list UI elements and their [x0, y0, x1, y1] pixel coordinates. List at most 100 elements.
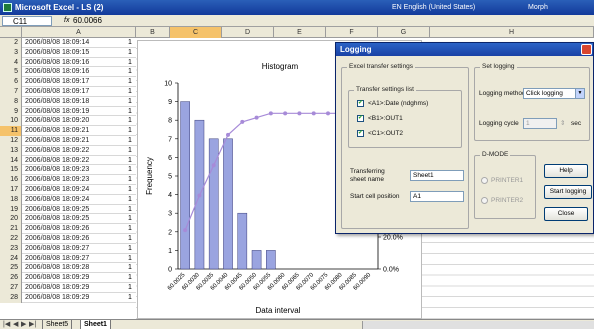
- row-header[interactable]: 5: [0, 67, 22, 78]
- cell-datetime[interactable]: 2006/08/08 18:09:24: [25, 195, 89, 205]
- close-button[interactable]: Close: [544, 207, 588, 221]
- cell-value[interactable]: 1: [128, 38, 132, 48]
- table-row[interactable]: 9 2006/08/08 18:09:19 1: [0, 106, 136, 117]
- row-header[interactable]: 12: [0, 135, 22, 146]
- table-row[interactable]: 13 2006/08/08 18:09:22 1: [0, 145, 136, 156]
- table-row[interactable]: 22 2006/08/08 18:09:26 1: [0, 233, 136, 244]
- cell-value[interactable]: 1: [128, 254, 132, 264]
- fx-icon[interactable]: fx: [64, 16, 69, 26]
- cell-datetime[interactable]: 2006/08/08 18:09:23: [25, 175, 89, 185]
- column-header-b[interactable]: B: [136, 27, 170, 38]
- table-row[interactable]: 20 2006/08/08 18:09:25 1: [0, 214, 136, 225]
- table-row[interactable]: 21 2006/08/08 18:09:26 1: [0, 224, 136, 234]
- row-header[interactable]: 26: [0, 273, 22, 283]
- row-header[interactable]: 6: [0, 77, 22, 87]
- chevron-down-icon[interactable]: ▼: [575, 89, 584, 98]
- table-row[interactable]: 11 2006/08/08 18:09:21 1: [0, 126, 136, 136]
- row-header[interactable]: 28: [0, 292, 22, 303]
- sheet-tab-sheet5[interactable]: Sheet5: [42, 320, 73, 329]
- table-row[interactable]: 8 2006/08/08 18:09:18 1: [0, 96, 136, 107]
- transfer-checkbox-c1[interactable]: ✔: [357, 130, 364, 137]
- column-header-c[interactable]: C: [170, 27, 222, 38]
- table-row[interactable]: 10 2006/08/08 18:09:20 1: [0, 116, 136, 127]
- cell-value[interactable]: 1: [128, 234, 132, 244]
- cell-value[interactable]: 1: [128, 205, 132, 215]
- select-all-corner[interactable]: [0, 27, 22, 38]
- table-row[interactable]: 12 2006/08/08 18:09:21 1: [0, 135, 136, 146]
- cell-value[interactable]: 1: [128, 283, 132, 293]
- cell-value[interactable]: 1: [128, 244, 132, 254]
- cell-value[interactable]: 1: [128, 195, 132, 205]
- close-icon[interactable]: [581, 44, 592, 55]
- column-header-d[interactable]: D: [222, 27, 274, 38]
- row-header[interactable]: 16: [0, 175, 22, 185]
- horizontal-scrollbar[interactable]: [362, 321, 594, 329]
- table-row[interactable]: 3 2006/08/08 18:09:15 1: [0, 47, 136, 58]
- cell-datetime[interactable]: 2006/08/08 18:09:14: [25, 38, 89, 48]
- cell-datetime[interactable]: 2006/08/08 18:09:21: [25, 136, 89, 146]
- cell-datetime[interactable]: 2006/08/08 18:09:29: [25, 293, 89, 303]
- cell-datetime[interactable]: 2006/08/08 18:09:22: [25, 146, 89, 156]
- table-row[interactable]: 6 2006/08/08 18:09:17 1: [0, 77, 136, 87]
- table-row[interactable]: 16 2006/08/08 18:09:23 1: [0, 175, 136, 185]
- table-row[interactable]: 2 2006/08/08 18:09:14 1: [0, 38, 136, 48]
- cell-value[interactable]: 1: [128, 185, 132, 195]
- prev-sheet-button[interactable]: ◀: [13, 321, 18, 329]
- next-sheet-button[interactable]: ▶: [21, 321, 26, 329]
- dialog-title-bar[interactable]: Logging: [336, 43, 593, 56]
- column-header-g[interactable]: G: [378, 27, 430, 38]
- cell-value[interactable]: 1: [128, 48, 132, 58]
- cell-value[interactable]: 1: [128, 58, 132, 68]
- cell-value[interactable]: 1: [128, 87, 132, 97]
- cell-datetime[interactable]: 2006/08/08 18:09:26: [25, 234, 89, 244]
- column-header-a[interactable]: A: [22, 27, 136, 38]
- name-box[interactable]: C11: [2, 16, 52, 26]
- row-header[interactable]: 24: [0, 253, 22, 264]
- table-row[interactable]: 4 2006/08/08 18:09:16 1: [0, 57, 136, 68]
- row-header[interactable]: 18: [0, 194, 22, 205]
- row-header[interactable]: 21: [0, 224, 22, 234]
- cell-datetime[interactable]: 2006/08/08 18:09:15: [25, 48, 89, 58]
- cell-datetime[interactable]: 2006/08/08 18:09:17: [25, 87, 89, 97]
- row-header[interactable]: 3: [0, 47, 22, 58]
- cell-value[interactable]: 1: [128, 214, 132, 224]
- column-header-e[interactable]: E: [274, 27, 326, 38]
- cell-datetime[interactable]: 2006/08/08 18:09:29: [25, 273, 89, 283]
- logging-method-select[interactable]: Click logging ▼: [523, 88, 585, 99]
- table-row[interactable]: 25 2006/08/08 18:09:28 1: [0, 263, 136, 274]
- row-header[interactable]: 11: [0, 126, 22, 136]
- cycle-spinner-icon[interactable]: ⇕: [560, 119, 565, 127]
- cell-value[interactable]: 1: [128, 156, 132, 166]
- column-header-h[interactable]: H: [430, 27, 594, 38]
- row-header[interactable]: 9: [0, 106, 22, 117]
- help-button[interactable]: Help: [544, 164, 588, 178]
- language-indicator[interactable]: EN English (United States): [392, 0, 475, 15]
- cell-datetime[interactable]: 2006/08/08 18:09:20: [25, 116, 89, 126]
- transfer-checkbox-a1[interactable]: ✔: [357, 100, 364, 107]
- radio-printer2[interactable]: [481, 197, 488, 204]
- start-logging-button[interactable]: Start logging: [544, 185, 592, 199]
- cell-value[interactable]: 1: [128, 224, 132, 234]
- row-header[interactable]: 20: [0, 214, 22, 225]
- cell-datetime[interactable]: 2006/08/08 18:09:25: [25, 214, 89, 224]
- cell-value[interactable]: 1: [128, 77, 132, 87]
- row-header[interactable]: 25: [0, 263, 22, 274]
- row-header[interactable]: 4: [0, 57, 22, 68]
- start-cell-input[interactable]: A1: [410, 191, 464, 202]
- row-header[interactable]: 7: [0, 86, 22, 97]
- cell-datetime[interactable]: 2006/08/08 18:09:19: [25, 107, 89, 117]
- sheet-tab-sheet1[interactable]: Sheet1: [80, 320, 111, 329]
- column-header-f[interactable]: F: [326, 27, 378, 38]
- cell-datetime[interactable]: 2006/08/08 18:09:21: [25, 126, 89, 136]
- radio-printer1[interactable]: [481, 177, 488, 184]
- cell-datetime[interactable]: 2006/08/08 18:09:16: [25, 58, 89, 68]
- cell-value[interactable]: 1: [128, 67, 132, 77]
- row-header[interactable]: 10: [0, 116, 22, 127]
- table-row[interactable]: 18 2006/08/08 18:09:24 1: [0, 194, 136, 205]
- table-row[interactable]: 26 2006/08/08 18:09:29 1: [0, 273, 136, 283]
- cell-datetime[interactable]: 2006/08/08 18:09:27: [25, 244, 89, 254]
- cell-datetime[interactable]: 2006/08/08 18:09:29: [25, 283, 89, 293]
- table-row[interactable]: 19 2006/08/08 18:09:25 1: [0, 204, 136, 215]
- cell-value[interactable]: 1: [128, 293, 132, 303]
- table-row[interactable]: 27 2006/08/08 18:09:29 1: [0, 282, 136, 293]
